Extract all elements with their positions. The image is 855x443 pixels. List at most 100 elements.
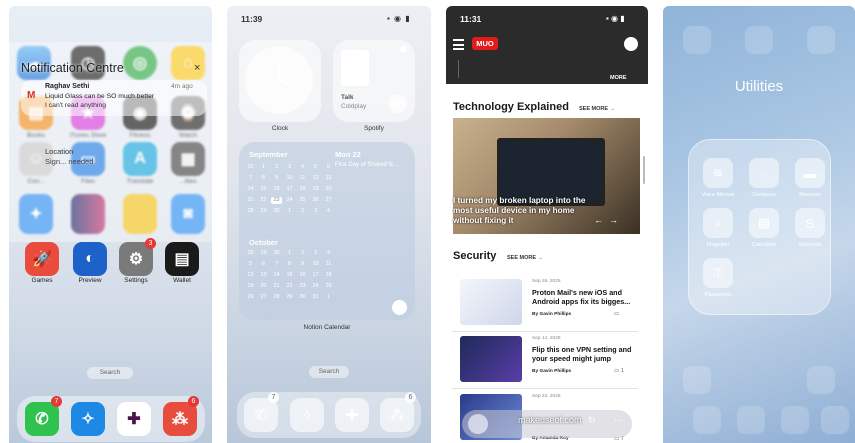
cal-day[interactable]: 6 [258, 261, 269, 268]
hamburger-menu-icon[interactable] [453, 39, 464, 53]
cal-day[interactable]: 28 [245, 250, 256, 257]
cal-day[interactable]: 10 [284, 175, 295, 182]
cal-day[interactable]: 1 [284, 208, 295, 215]
arrow-left-icon[interactable]: ← [594, 215, 609, 225]
cal-day[interactable]: 4 [323, 250, 334, 257]
address-bar-url[interactable]: makeuseof.com [518, 415, 582, 425]
article-item-2[interactable]: Sep 14, 2025 Flip this one VPN setting a… [452, 336, 638, 396]
cal-day[interactable]: 31 [245, 164, 256, 171]
safari-compass-icon[interactable]: ✧ [71, 402, 105, 436]
article-item-1[interactable]: Sep 26, 2025 Proton Mail's new iOS and A… [452, 279, 638, 339]
voice-memos-icon[interactable]: ≋ [703, 158, 733, 188]
asana-icon[interactable]: ⁂ [163, 402, 197, 436]
cal-day[interactable]: 2 [297, 250, 308, 257]
cal-day[interactable]: 9 [297, 261, 308, 268]
cal-day[interactable]: 8 [258, 175, 269, 182]
cal-day[interactable]: 19 [310, 186, 321, 193]
cal-day[interactable]: 27 [258, 294, 269, 301]
cal-day[interactable]: 29 [284, 294, 295, 301]
slack-icon[interactable]: ✚ [117, 402, 151, 436]
cal-day[interactable]: 29 [258, 208, 269, 215]
cal-day[interactable]: 7 [271, 261, 282, 268]
cal-day[interactable]: 29 [258, 250, 269, 257]
cal-day[interactable]: 24 [310, 283, 321, 290]
more-options-icon[interactable]: ⋯ [614, 415, 623, 426]
cal-day[interactable]: 5 [310, 164, 321, 171]
shortcuts-icon[interactable]: S [795, 208, 825, 238]
reload-icon[interactable]: ↻ [588, 415, 596, 426]
cal-day[interactable]: 8 [284, 261, 295, 268]
cal-day[interactable]: 23 [297, 283, 308, 290]
play-icon[interactable]: ▶ [388, 94, 407, 113]
cal-day[interactable]: 23 [271, 197, 282, 204]
cal-day[interactable]: 14 [271, 272, 282, 279]
cal-day[interactable]: 20 [323, 186, 334, 193]
folder-title[interactable]: Utilities [663, 78, 855, 95]
see-more-link-2[interactable]: SEE MORE → [507, 255, 543, 261]
cal-day[interactable]: 14 [245, 186, 256, 193]
phone-app-icon[interactable]: ✆ [244, 398, 278, 432]
cal-day[interactable]: 22 [284, 283, 295, 290]
cal-day[interactable]: 3 [310, 208, 321, 215]
cal-day[interactable]: 25 [297, 197, 308, 204]
passwords-key-icon[interactable]: ⚿ [703, 258, 733, 288]
cal-day[interactable]: 1 [323, 294, 334, 301]
cal-day[interactable]: 9 [271, 175, 282, 182]
calculator-icon[interactable]: ▦ [749, 208, 779, 238]
cal-day[interactable]: 11 [297, 175, 308, 182]
cal-day[interactable]: 26 [245, 294, 256, 301]
cal-day[interactable]: 21 [271, 283, 282, 290]
cal-day[interactable]: 3 [284, 164, 295, 171]
cal-day[interactable]: 1 [258, 164, 269, 171]
cal-day[interactable]: 18 [323, 272, 334, 279]
cal-event[interactable]: First Day of Shared N... [335, 162, 398, 168]
scrollbar-thumb[interactable] [643, 156, 645, 184]
site-logo[interactable]: MUO [472, 37, 498, 50]
home-search-pill[interactable]: Search [309, 366, 349, 378]
cal-day[interactable]: 4 [323, 208, 334, 215]
cal-day[interactable]: 6 [323, 164, 334, 171]
cal-day[interactable]: 2 [297, 208, 308, 215]
article-title[interactable]: Flip this one VPN setting and your speed… [532, 345, 632, 363]
cal-day[interactable]: 20 [258, 283, 269, 290]
cal-day[interactable]: 28 [245, 208, 256, 215]
cal-day[interactable]: 25 [323, 283, 334, 290]
cal-day[interactable]: 28 [271, 294, 282, 301]
cal-day[interactable]: 4 [297, 164, 308, 171]
arrow-right-icon[interactable]: → [609, 215, 624, 225]
cal-day[interactable]: 3 [310, 250, 321, 257]
safari-compass-icon[interactable]: ✧ [290, 398, 324, 432]
clock-widget[interactable] [239, 40, 321, 122]
cal-day[interactable]: 19 [245, 283, 256, 290]
asana-icon[interactable]: ⁂ [380, 398, 414, 432]
cal-day[interactable]: 15 [284, 272, 295, 279]
cal-day[interactable]: 13 [323, 175, 334, 182]
add-event-icon[interactable] [392, 300, 407, 315]
cal-day[interactable]: 16 [271, 186, 282, 193]
cal-day[interactable]: 16 [297, 272, 308, 279]
games-app-icon[interactable]: 🚀 [25, 242, 59, 276]
cal-day[interactable]: 22 [258, 197, 269, 204]
hero-article-title[interactable]: I turned my broken laptop into the most … [453, 196, 593, 226]
cal-day[interactable]: 30 [271, 250, 282, 257]
slack-icon[interactable]: ✚ [335, 398, 369, 432]
wallet-app-icon[interactable]: ▤ [165, 242, 199, 276]
cal-day[interactable]: 30 [271, 208, 282, 215]
cal-day[interactable]: 11 [323, 261, 334, 268]
phone-app-icon[interactable]: ✆ [25, 402, 59, 436]
compass-icon[interactable]: ◌ [749, 158, 779, 188]
cal-day[interactable]: 24 [284, 197, 295, 204]
cal-day[interactable]: 17 [310, 272, 321, 279]
cal-day[interactable]: 7 [245, 175, 256, 182]
cal-day[interactable]: 5 [245, 261, 256, 268]
home-search-pill[interactable]: Search [87, 367, 133, 379]
cal-day[interactable]: 17 [284, 186, 295, 193]
cal-day[interactable]: 26 [310, 197, 321, 204]
cal-day[interactable]: 31 [310, 294, 321, 301]
cal-day[interactable]: 30 [297, 294, 308, 301]
user-account-icon[interactable] [624, 37, 638, 51]
magnifier-icon[interactable]: ⌕ [703, 208, 733, 238]
cal-day[interactable]: 15 [258, 186, 269, 193]
cal-day[interactable]: 27 [323, 197, 334, 204]
see-more-link-1[interactable]: SEE MORE → [579, 106, 615, 112]
